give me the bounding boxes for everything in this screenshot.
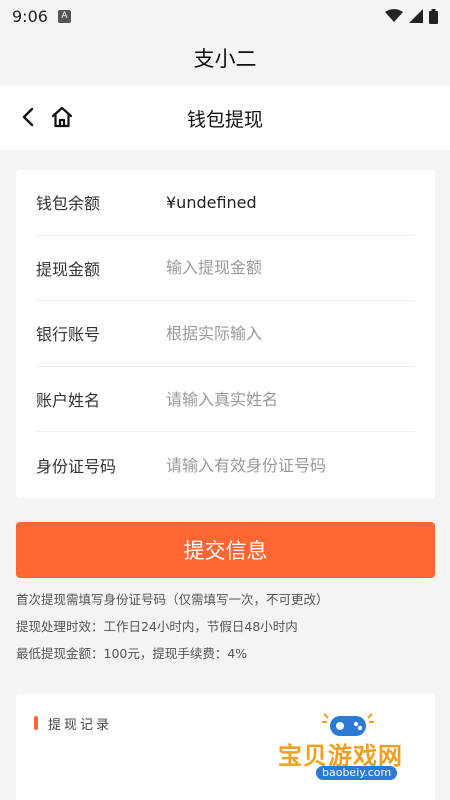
note-line: 最低提现金额：100元，提现手续费：4% xyxy=(16,646,248,661)
balance-row: 钱包余额 ¥undefined xyxy=(36,170,415,236)
amount-label: 提现金额 xyxy=(36,259,101,279)
bank-account-row: 银行账号 xyxy=(36,301,415,367)
amount-input[interactable] xyxy=(166,258,406,278)
balance-value: ¥undefined xyxy=(166,192,257,212)
records-title: 提现记录 xyxy=(48,718,113,733)
nav-bar: 钱包提现 xyxy=(0,86,450,150)
status-icons xyxy=(385,8,438,24)
home-icon[interactable] xyxy=(50,105,74,129)
notification-icon: A xyxy=(57,9,71,23)
note-line: 提现处理时效：工作日24小时内，节假日48小时内 xyxy=(16,619,298,634)
account-name-input[interactable] xyxy=(166,389,406,409)
id-number-row: 身份证号码 xyxy=(36,432,415,498)
withdraw-form: 钱包余额 ¥undefined 提现金额 银行账号 账户姓名 身份证号码 xyxy=(16,170,435,498)
id-number-input[interactable] xyxy=(166,455,406,475)
back-arrow-icon[interactable] xyxy=(18,106,40,128)
submit-button[interactable]: 提交信息 xyxy=(16,522,435,578)
battery-icon xyxy=(429,8,438,24)
note-line: 首次提现需填写身份证号码（仅需填写一次，不可更改） xyxy=(16,592,329,607)
withdraw-notes: 首次提现需填写身份证号码（仅需填写一次，不可更改） 提现处理时效：工作日24小时… xyxy=(16,586,436,667)
amount-row: 提现金额 xyxy=(36,236,415,302)
watermark-url: baobeiy.com xyxy=(316,766,398,780)
id-number-label: 身份证号码 xyxy=(36,457,117,477)
app-title: 支小二 xyxy=(0,32,450,84)
balance-label: 钱包余额 xyxy=(36,194,101,214)
section-marker xyxy=(34,716,38,730)
bank-account-input[interactable] xyxy=(166,323,406,343)
watermark: 宝贝游戏网 baobeiy.com xyxy=(274,708,434,788)
bank-account-label: 银行账号 xyxy=(36,325,101,345)
status-time: 9:06 xyxy=(12,6,48,26)
status-bar: 9:06 A xyxy=(0,0,450,32)
wifi-icon xyxy=(385,9,403,22)
account-name-label: 账户姓名 xyxy=(36,391,101,411)
signal-icon xyxy=(409,9,423,23)
account-name-row: 账户姓名 xyxy=(36,367,415,433)
